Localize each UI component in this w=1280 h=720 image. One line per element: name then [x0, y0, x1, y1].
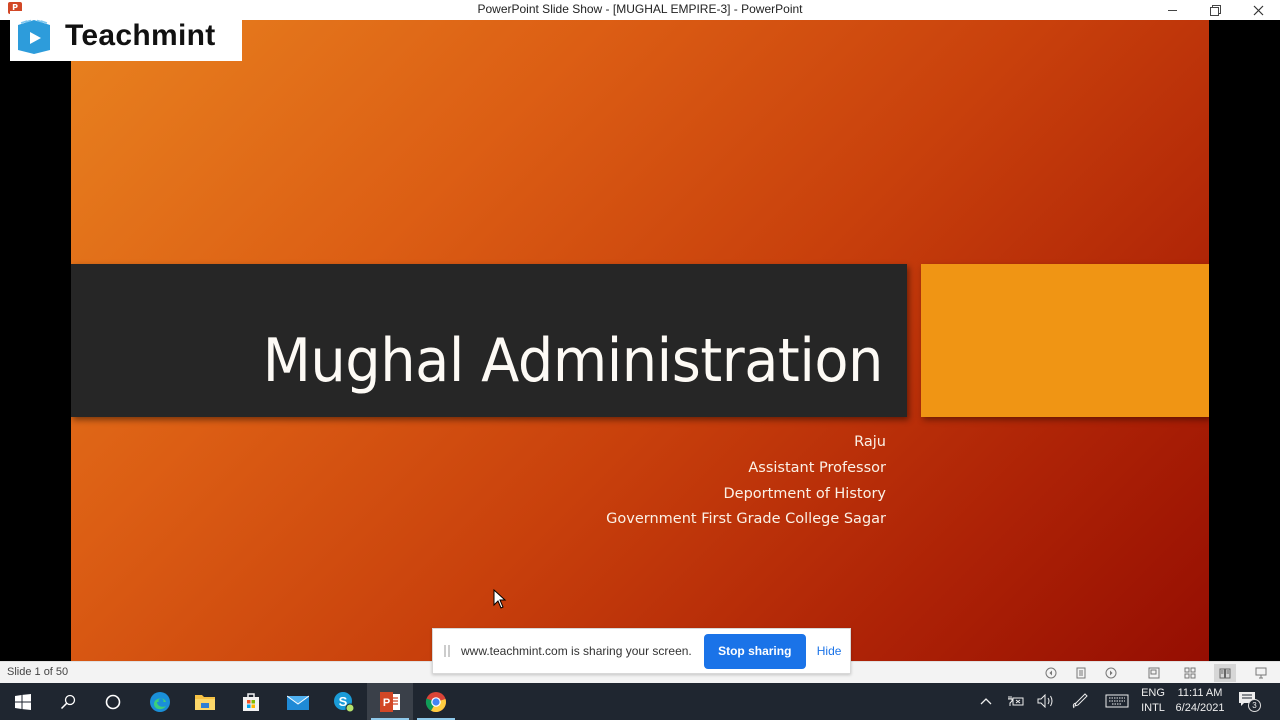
teachmint-logo-icon — [15, 17, 53, 55]
search-button[interactable] — [45, 683, 91, 720]
clock-date: 6/24/2021 — [1175, 702, 1225, 714]
taskbar-chrome[interactable] — [413, 683, 459, 720]
normal-view-icon — [1148, 667, 1160, 679]
previous-slide-button[interactable] — [1040, 664, 1062, 682]
show-hidden-icons-button[interactable] — [978, 691, 994, 711]
reading-view-button[interactable] — [1214, 664, 1236, 682]
presenter-name: Raju — [854, 434, 886, 450]
pen-workspace-button[interactable] — [1070, 691, 1090, 711]
touch-keyboard-button[interactable] — [1104, 691, 1130, 711]
windows-taskbar: S P ENG INTL 11:11 AM 6/24/2021 3 — [0, 683, 1280, 720]
teachmint-brand-text: Teachmint — [65, 19, 216, 52]
language-code: ENG — [1141, 687, 1165, 699]
restore-button[interactable] — [1193, 0, 1237, 20]
drag-handle-icon[interactable] — [444, 645, 450, 657]
teachmint-watermark: Teachmint — [10, 11, 242, 61]
slide-menu-icon — [1076, 667, 1086, 679]
title-band: Mughal Administration — [71, 264, 907, 417]
reading-view-icon — [1219, 668, 1231, 679]
keyboard-icon — [1105, 694, 1129, 708]
screen-share-bar: www.teachmint.com is sharing your screen… — [432, 628, 851, 674]
chrome-icon — [425, 691, 446, 712]
powerpoint-icon: P — [380, 691, 400, 712]
screen: P PowerPoint Slide Show - [MUGHAL EMPIRE… — [0, 0, 1280, 720]
windows-start-icon — [15, 693, 31, 710]
cortana-button[interactable] — [90, 683, 136, 720]
hide-button[interactable]: Hide — [817, 644, 842, 658]
mouse-cursor-icon — [493, 589, 507, 609]
skype-icon: S — [334, 691, 355, 712]
slide-sorter-button[interactable] — [1179, 664, 1201, 682]
cortana-icon — [105, 694, 121, 709]
taskbar-mail[interactable] — [275, 683, 321, 720]
volume-tray-button[interactable] — [1036, 691, 1056, 711]
input-language-indicator[interactable]: ENG INTL — [1140, 686, 1166, 716]
chevron-up-icon — [980, 698, 992, 705]
slide-subtitle: Raju Assistant Professor Deportment of H… — [606, 430, 886, 533]
taskbar-edge[interactable] — [137, 683, 183, 720]
slide-canvas[interactable]: Mughal Administration Raju Assistant Pro… — [71, 20, 1209, 661]
taskbar-file-explorer[interactable] — [182, 683, 228, 720]
system-clock[interactable]: 11:11 AM 6/24/2021 — [1172, 686, 1228, 716]
slideshow-icon — [1255, 667, 1267, 679]
clock-time: 11:11 AM — [1177, 687, 1223, 699]
minimize-button[interactable] — [1150, 0, 1194, 20]
minimize-icon — [1167, 9, 1177, 11]
start-button[interactable] — [0, 683, 46, 720]
next-slide-button[interactable] — [1100, 664, 1122, 682]
pen-icon — [1072, 693, 1088, 709]
accent-block — [921, 264, 1209, 417]
normal-view-button[interactable] — [1143, 664, 1165, 682]
close-icon — [1253, 5, 1263, 15]
battery-tray-button[interactable] — [1006, 691, 1026, 711]
slide-indicator: Slide 1 of 50 — [7, 666, 69, 678]
battery-plugged-icon — [1008, 696, 1024, 706]
previous-icon — [1045, 667, 1057, 679]
mail-icon — [287, 695, 309, 710]
taskbar-store[interactable] — [228, 683, 274, 720]
restore-icon — [1210, 5, 1221, 16]
presenter-college: Government First Grade College Sagar — [606, 511, 886, 528]
svg-text:P: P — [383, 697, 390, 709]
action-center-button[interactable]: 3 — [1238, 691, 1262, 713]
file-explorer-icon — [195, 694, 215, 710]
share-message: www.teachmint.com is sharing your screen… — [461, 644, 692, 658]
keyboard-layout: INTL — [1141, 702, 1165, 714]
stop-sharing-button[interactable]: Stop sharing — [703, 633, 806, 669]
slide-sorter-icon — [1184, 667, 1196, 679]
presenter-department: Deportment of History — [723, 485, 886, 502]
store-icon — [243, 692, 259, 711]
slideshow-button[interactable] — [1250, 664, 1272, 682]
next-icon — [1105, 667, 1117, 679]
presenter-role: Assistant Professor — [748, 459, 886, 476]
search-icon — [60, 694, 76, 709]
taskbar-powerpoint[interactable]: P — [367, 683, 413, 720]
taskbar-skype[interactable]: S — [321, 683, 367, 720]
volume-icon — [1037, 694, 1053, 708]
slide-title: Mughal Administration — [262, 326, 884, 396]
close-button[interactable] — [1236, 0, 1280, 20]
slide-menu-button[interactable] — [1070, 664, 1092, 682]
edge-icon — [150, 691, 170, 712]
notification-count-badge: 3 — [1248, 699, 1261, 712]
